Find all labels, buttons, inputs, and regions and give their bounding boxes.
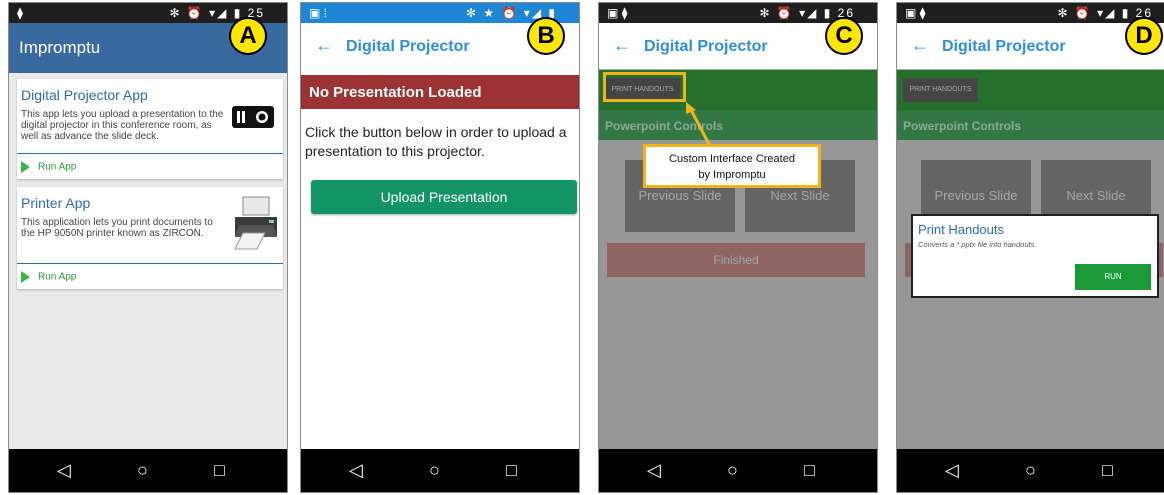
- play-icon: [21, 271, 30, 283]
- card-divider: [17, 153, 283, 154]
- run-button[interactable]: RUN: [1075, 264, 1151, 290]
- card-description: This application lets you print document…: [21, 217, 213, 239]
- play-icon: [21, 161, 30, 173]
- card-description: This app lets you upload a presentation …: [21, 109, 224, 142]
- callout-text-line2: by Impromptu: [698, 169, 766, 181]
- upload-presentation-button[interactable]: Upload Presentation: [311, 180, 577, 214]
- app-title: Digital Projector: [942, 38, 1066, 55]
- app-list: Digital Projector App This app lets you …: [9, 73, 287, 453]
- recents-nav-icon[interactable]: □: [1102, 460, 1113, 481]
- phone-b: ▣ ⁞ ✻ ★ ⏰ ▾◢ ▮ ← Digital Projector No Pr…: [300, 2, 580, 493]
- back-arrow-icon[interactable]: ←: [315, 35, 333, 56]
- status-bar: ▣ ⧫ ✻ ⏰ ▾◢ ▮ 26: [897, 3, 1164, 23]
- back-nav-icon[interactable]: ◁: [945, 460, 959, 481]
- app-card-printer[interactable]: Printer App This application lets you pr…: [17, 187, 283, 289]
- home-nav-icon[interactable]: ○: [429, 460, 440, 481]
- card-divider: [17, 263, 283, 264]
- printer-icon: [234, 196, 277, 250]
- phone-a: ⧫ ✻ ⏰ ▾◢ ▮ 25 Impromptu Digital Projecto…: [8, 2, 288, 493]
- phone-d: ▣ ⧫ ✻ ⏰ ▾◢ ▮ 26 ← Digital Projector PRIN…: [896, 2, 1164, 493]
- nav-bar: ◁ ○ □: [301, 449, 579, 492]
- dialog-title: Print Handouts: [918, 222, 1004, 237]
- notification-icon: ⧫: [17, 6, 23, 20]
- home-nav-icon[interactable]: ○: [137, 460, 148, 481]
- callout-arrow: [686, 102, 712, 147]
- card-title: Digital Projector App: [21, 87, 148, 103]
- nav-bar: ◁ ○ □: [897, 449, 1164, 492]
- panel-label: C: [825, 17, 863, 55]
- panel-label: A: [229, 17, 267, 55]
- recents-nav-icon[interactable]: □: [506, 460, 517, 481]
- card-title: Printer App: [21, 195, 91, 211]
- nav-bar: ◁ ○ □: [9, 449, 287, 492]
- instruction-text: Click the button below in order to uploa…: [305, 124, 567, 159]
- run-app-button[interactable]: Run App: [21, 271, 76, 283]
- callout-text-line1: Custom Interface Created: [669, 153, 795, 165]
- run-app-button[interactable]: Run App: [21, 161, 76, 173]
- notification-icon: ▣ ⧫: [607, 6, 628, 20]
- nav-bar: ◁ ○ □: [599, 449, 877, 492]
- app-bar: ← Digital Projector: [897, 23, 1164, 70]
- app-title: Impromptu: [19, 38, 101, 57]
- app-title: Digital Projector: [346, 38, 470, 55]
- back-arrow-icon[interactable]: ←: [613, 35, 631, 56]
- home-nav-icon[interactable]: ○: [727, 460, 738, 481]
- back-nav-icon[interactable]: ◁: [349, 460, 363, 481]
- app-card-projector[interactable]: Digital Projector App This app lets you …: [17, 79, 283, 179]
- recents-nav-icon[interactable]: □: [804, 460, 815, 481]
- highlight-box: [603, 72, 686, 102]
- notification-icon: ▣ ⁞: [309, 6, 328, 20]
- status-banner: No Presentation Loaded: [301, 75, 579, 109]
- dialog-description: Converts a *.pptx file into handouts.: [918, 240, 1037, 249]
- dim-overlay: [599, 69, 877, 453]
- projector-icon: [232, 106, 274, 128]
- back-nav-icon[interactable]: ◁: [647, 460, 661, 481]
- back-arrow-icon[interactable]: ←: [911, 35, 929, 56]
- print-handouts-dialog: Print Handouts Converts a *.pptx file in…: [911, 214, 1159, 298]
- back-nav-icon[interactable]: ◁: [57, 460, 71, 481]
- recents-nav-icon[interactable]: □: [214, 460, 225, 481]
- home-nav-icon[interactable]: ○: [1025, 460, 1036, 481]
- app-title: Digital Projector: [644, 38, 768, 55]
- panel-label: D: [1125, 17, 1163, 55]
- callout-box: Custom Interface Created by Impromptu: [643, 144, 821, 188]
- notification-icon: ▣ ⧫: [905, 6, 926, 20]
- panel-label: B: [527, 17, 565, 55]
